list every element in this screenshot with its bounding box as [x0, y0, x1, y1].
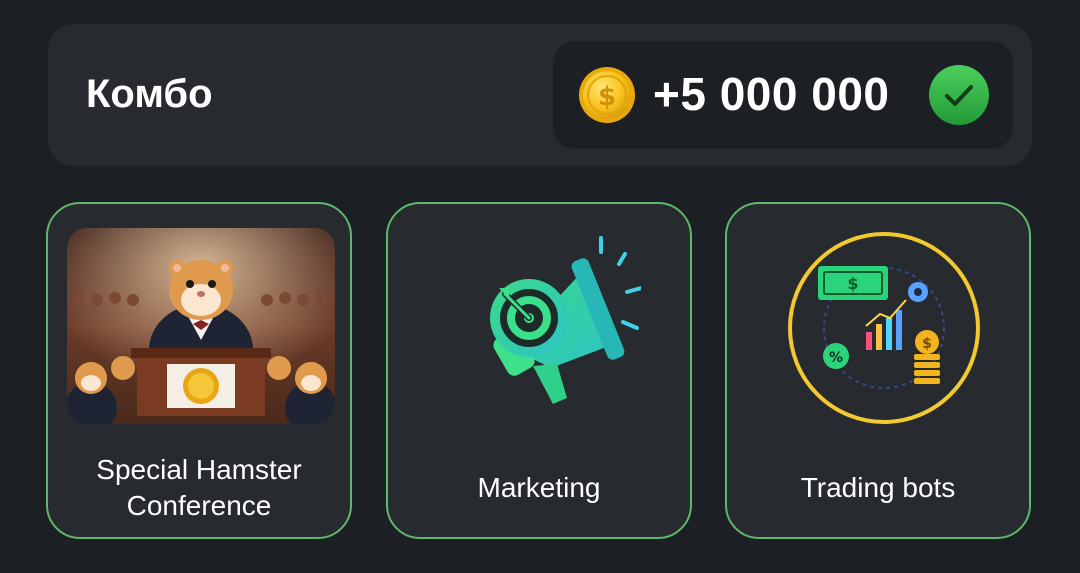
combo-card-trading-bots[interactable]: $ % $ Trading bots — [725, 202, 1031, 539]
megaphone-target-icon — [490, 236, 641, 404]
combo-title: Комбо — [86, 72, 213, 116]
trading-bots-icon: $ % $ — [788, 232, 980, 424]
card-label: Trading bots — [800, 472, 956, 503]
svg-text:$: $ — [922, 336, 932, 352]
svg-text:$: $ — [847, 274, 858, 293]
combo-reward-pill: $ +5 000 000 — [553, 41, 1013, 149]
combo-reward-amount: +5 000 000 — [653, 68, 890, 120]
card-label: Special Hamster Conference — [96, 454, 302, 521]
gold-coin-icon: $ — [579, 67, 635, 123]
card-label: Marketing — [477, 472, 601, 503]
combo-header: Комбо $ +5 000 000 — [48, 24, 1032, 166]
checkmark-icon — [929, 65, 989, 125]
hamster-conference-image — [67, 228, 335, 424]
combo-card-special-hamster-conference[interactable]: Special Hamster Conference — [46, 202, 352, 539]
svg-text:$: $ — [598, 82, 616, 112]
svg-text:%: % — [829, 350, 843, 366]
combo-card-marketing[interactable]: Marketing — [386, 202, 692, 539]
